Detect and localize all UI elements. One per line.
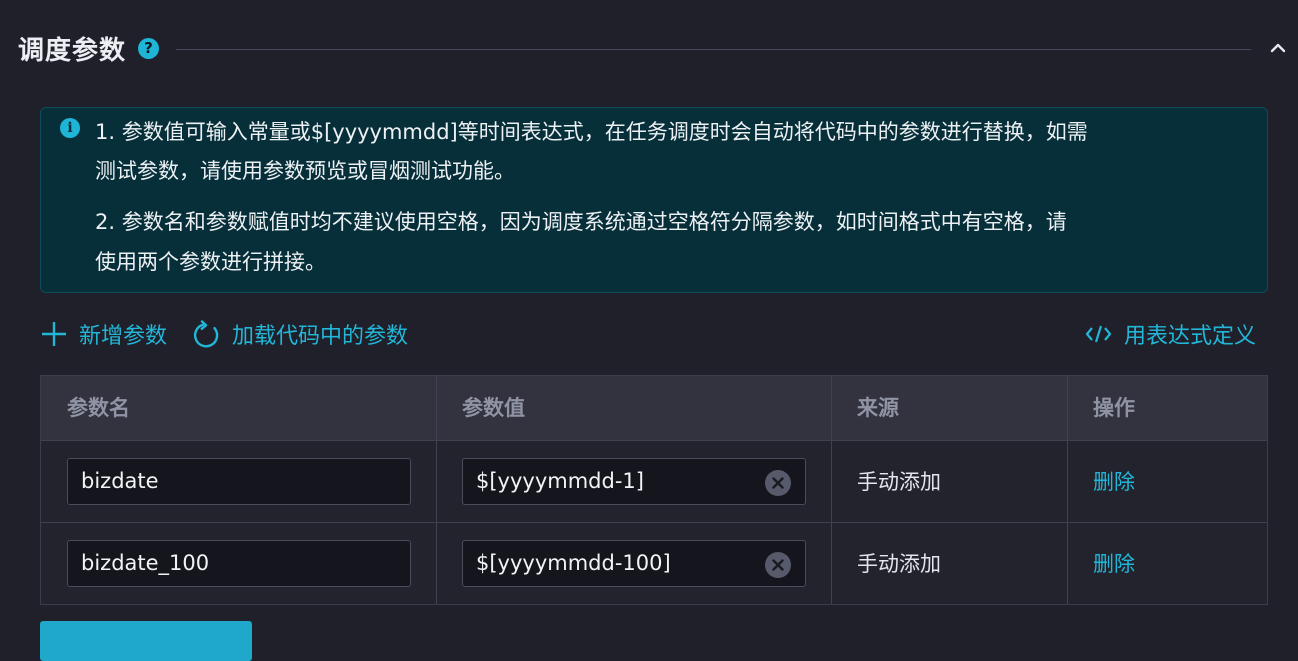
primary-action-button[interactable] [40, 621, 252, 661]
param-value-input[interactable]: $[yyyymmdd-1] [462, 458, 806, 505]
chevron-up-icon[interactable] [1268, 38, 1288, 58]
table-row: bizdate_100 $[yyyymmdd-100] 手动添加 删除 [41, 523, 1267, 605]
section-header: 调度参数 ? [18, 28, 1288, 72]
section-title: 调度参数 [18, 36, 127, 66]
plus-icon [42, 322, 66, 346]
table-header: 参数名 参数值 来源 操作 [41, 376, 1267, 441]
table-row: bizdate $[yyyymmdd-1] 手动添加 删除 [41, 441, 1267, 523]
add-parameter-button[interactable]: 新增参数 [40, 318, 180, 350]
refresh-icon [193, 320, 219, 348]
param-value-text: $[yyyymmdd-1] [476, 469, 644, 493]
header-source: 来源 [857, 396, 899, 420]
info-line-3: 2. 参数名和参数赋值时均不建议使用空格，因为调度系统通过空格符分隔参数，如时间… [95, 210, 1067, 234]
source-text: 手动添加 [857, 470, 941, 494]
clear-icon[interactable] [765, 470, 791, 496]
clear-icon[interactable] [765, 552, 791, 578]
help-icon[interactable]: ? [138, 38, 159, 59]
info-notice: i 1. 参数值可输入常量或$[yyyymmdd]等时间表达式，在任务调度时会自… [40, 107, 1268, 293]
header-param-value: 参数值 [462, 396, 525, 420]
add-parameter-label: 新增参数 [79, 324, 168, 349]
code-icon [1085, 325, 1112, 343]
parameters-table: 参数名 参数值 来源 操作 bizdate $[yyyymmdd-1] 手动添加… [40, 375, 1268, 605]
header-param-name: 参数名 [67, 396, 130, 420]
param-value-text: $[yyyymmdd-100] [476, 551, 671, 575]
delete-link[interactable]: 删除 [1093, 523, 1135, 605]
param-name-input[interactable]: bizdate [67, 458, 411, 505]
header-divider [176, 49, 1251, 50]
load-code-parameters-button[interactable]: 加载代码中的参数 [192, 318, 427, 350]
header-action: 操作 [1093, 396, 1135, 420]
param-name-input[interactable]: bizdate_100 [67, 540, 411, 587]
define-by-expression-label: 用表达式定义 [1124, 324, 1257, 349]
load-code-parameters-label: 加载代码中的参数 [232, 324, 409, 349]
source-text: 手动添加 [857, 552, 941, 576]
define-by-expression-button[interactable]: 用表达式定义 [1084, 318, 1268, 350]
info-icon: i [60, 118, 80, 138]
delete-link[interactable]: 删除 [1093, 441, 1135, 523]
info-line-4: 使用两个参数进行拼接。 [95, 250, 326, 274]
param-value-input[interactable]: $[yyyymmdd-100] [462, 540, 806, 587]
info-line-2: 测试参数，请使用参数预览或冒烟测试功能。 [95, 159, 515, 183]
info-line-1: 1. 参数值可输入常量或$[yyyymmdd]等时间表达式，在任务调度时会自动将… [95, 120, 1088, 144]
